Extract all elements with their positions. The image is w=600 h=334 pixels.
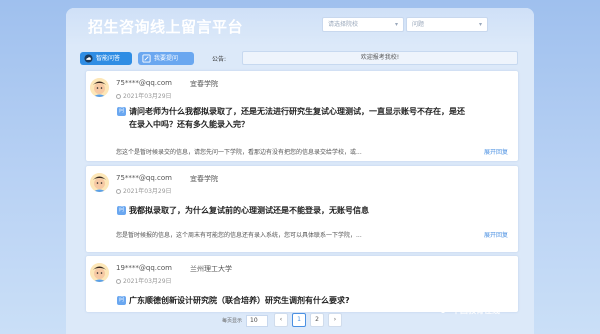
tab-smart-qa-label: 智能问答 (96, 55, 121, 62)
keyword-select-placeholder: 问题 (412, 21, 425, 28)
message-date: 2021年03月29日 (116, 186, 172, 195)
answer-preview: 您这个是暂时候录交的信息，请您先问一下学院，看那边有没有把您的信息录交给学校，或… (116, 149, 362, 156)
tab-ask[interactable]: 我要提问 (138, 52, 194, 65)
page-size-value: 10 (250, 317, 258, 324)
school-name: 宜春学院 (190, 175, 218, 183)
clock-icon (116, 189, 121, 194)
clock-icon (116, 94, 121, 99)
avatar (90, 173, 109, 192)
question-badge: 问 (117, 296, 126, 305)
page-button-2[interactable]: 2 (310, 313, 324, 327)
tab-smart-qa[interactable]: 智能问答 (80, 52, 132, 65)
question-badge: 问 (117, 107, 126, 116)
chevron-down-icon: ▾ (478, 21, 482, 28)
message-card: 75****@qq.com 宜春学院 2021年03月29日 问 我都拟录取了，… (86, 166, 518, 252)
watermark-logo-icon (436, 306, 450, 313)
avatar (90, 78, 109, 97)
message-date: 2021年03月29日 (116, 91, 172, 100)
question-text: 我都拟录取了，为什么复试前的心理测试还是不能登录，无账号信息 (129, 206, 369, 215)
tab-ask-label: 我要提问 (154, 55, 179, 62)
message-date-text: 2021年03月29日 (123, 93, 172, 100)
avatar (90, 263, 109, 282)
question-text: 请问老师为什么我都拟录取了，还是无法进行研究生复试心理测试，一直显示账号不存在，… (129, 107, 465, 129)
expand-reply-link[interactable]: 展开回复 (484, 230, 508, 239)
message-date: 2021年03月29日 (116, 276, 172, 285)
message-date-text: 2021年03月29日 (123, 188, 172, 195)
school-name: 宜春学院 (190, 80, 218, 88)
prev-page-button[interactable]: ‹ (274, 313, 288, 327)
cloud-icon (84, 54, 93, 63)
page-button-1[interactable]: 1 (292, 313, 306, 327)
question-text: 广东顺德创新设计研究院（联合培养）研究生调剂有什么要求? (129, 296, 350, 305)
school-name: 兰州理工大学 (190, 265, 232, 273)
expand-reply-link[interactable]: 展开回复 (484, 147, 508, 156)
college-select[interactable]: 请选择院校 ▾ (322, 17, 404, 32)
user-email: 75****@qq.com (116, 174, 172, 182)
page-size-label: 每页显示 (222, 318, 243, 324)
keyword-select[interactable]: 问题 ▾ (406, 17, 488, 32)
answer-preview: 您是暂时候报的信息，这个周末有可能您的信息还有录入系统，您可以具体联系一下学院，… (116, 232, 362, 239)
notice-label: 公告: (212, 56, 227, 63)
edit-icon (142, 54, 151, 63)
college-select-placeholder: 请选择院校 (328, 21, 359, 28)
page-size-select[interactable]: 10 (246, 315, 268, 327)
question-badge: 问 (117, 206, 126, 215)
user-email: 19****@qq.com (116, 264, 172, 272)
message-card: 19****@qq.com 兰州理工大学 2021年03月29日 问 广东顺德创… (86, 256, 518, 312)
page-title: 招生咨询线上留言平台 (88, 18, 244, 36)
chevron-down-icon: ▾ (394, 21, 398, 28)
clock-icon (116, 279, 121, 284)
user-email: 75****@qq.com (116, 79, 172, 87)
next-page-button[interactable]: › (328, 313, 342, 327)
message-card: 75****@qq.com 宜春学院 2021年03月29日 问 请问老师为什么… (86, 71, 518, 161)
watermark-text: 中国教育在线 (452, 306, 500, 315)
main-panel: 招生咨询线上留言平台 请选择院校 ▾ 问题 ▾ 智能问答 我要提问 公告: 欢迎… (66, 8, 534, 334)
message-date-text: 2021年03月29日 (123, 278, 172, 285)
notice-box: 欢迎报考我校! (242, 51, 518, 65)
